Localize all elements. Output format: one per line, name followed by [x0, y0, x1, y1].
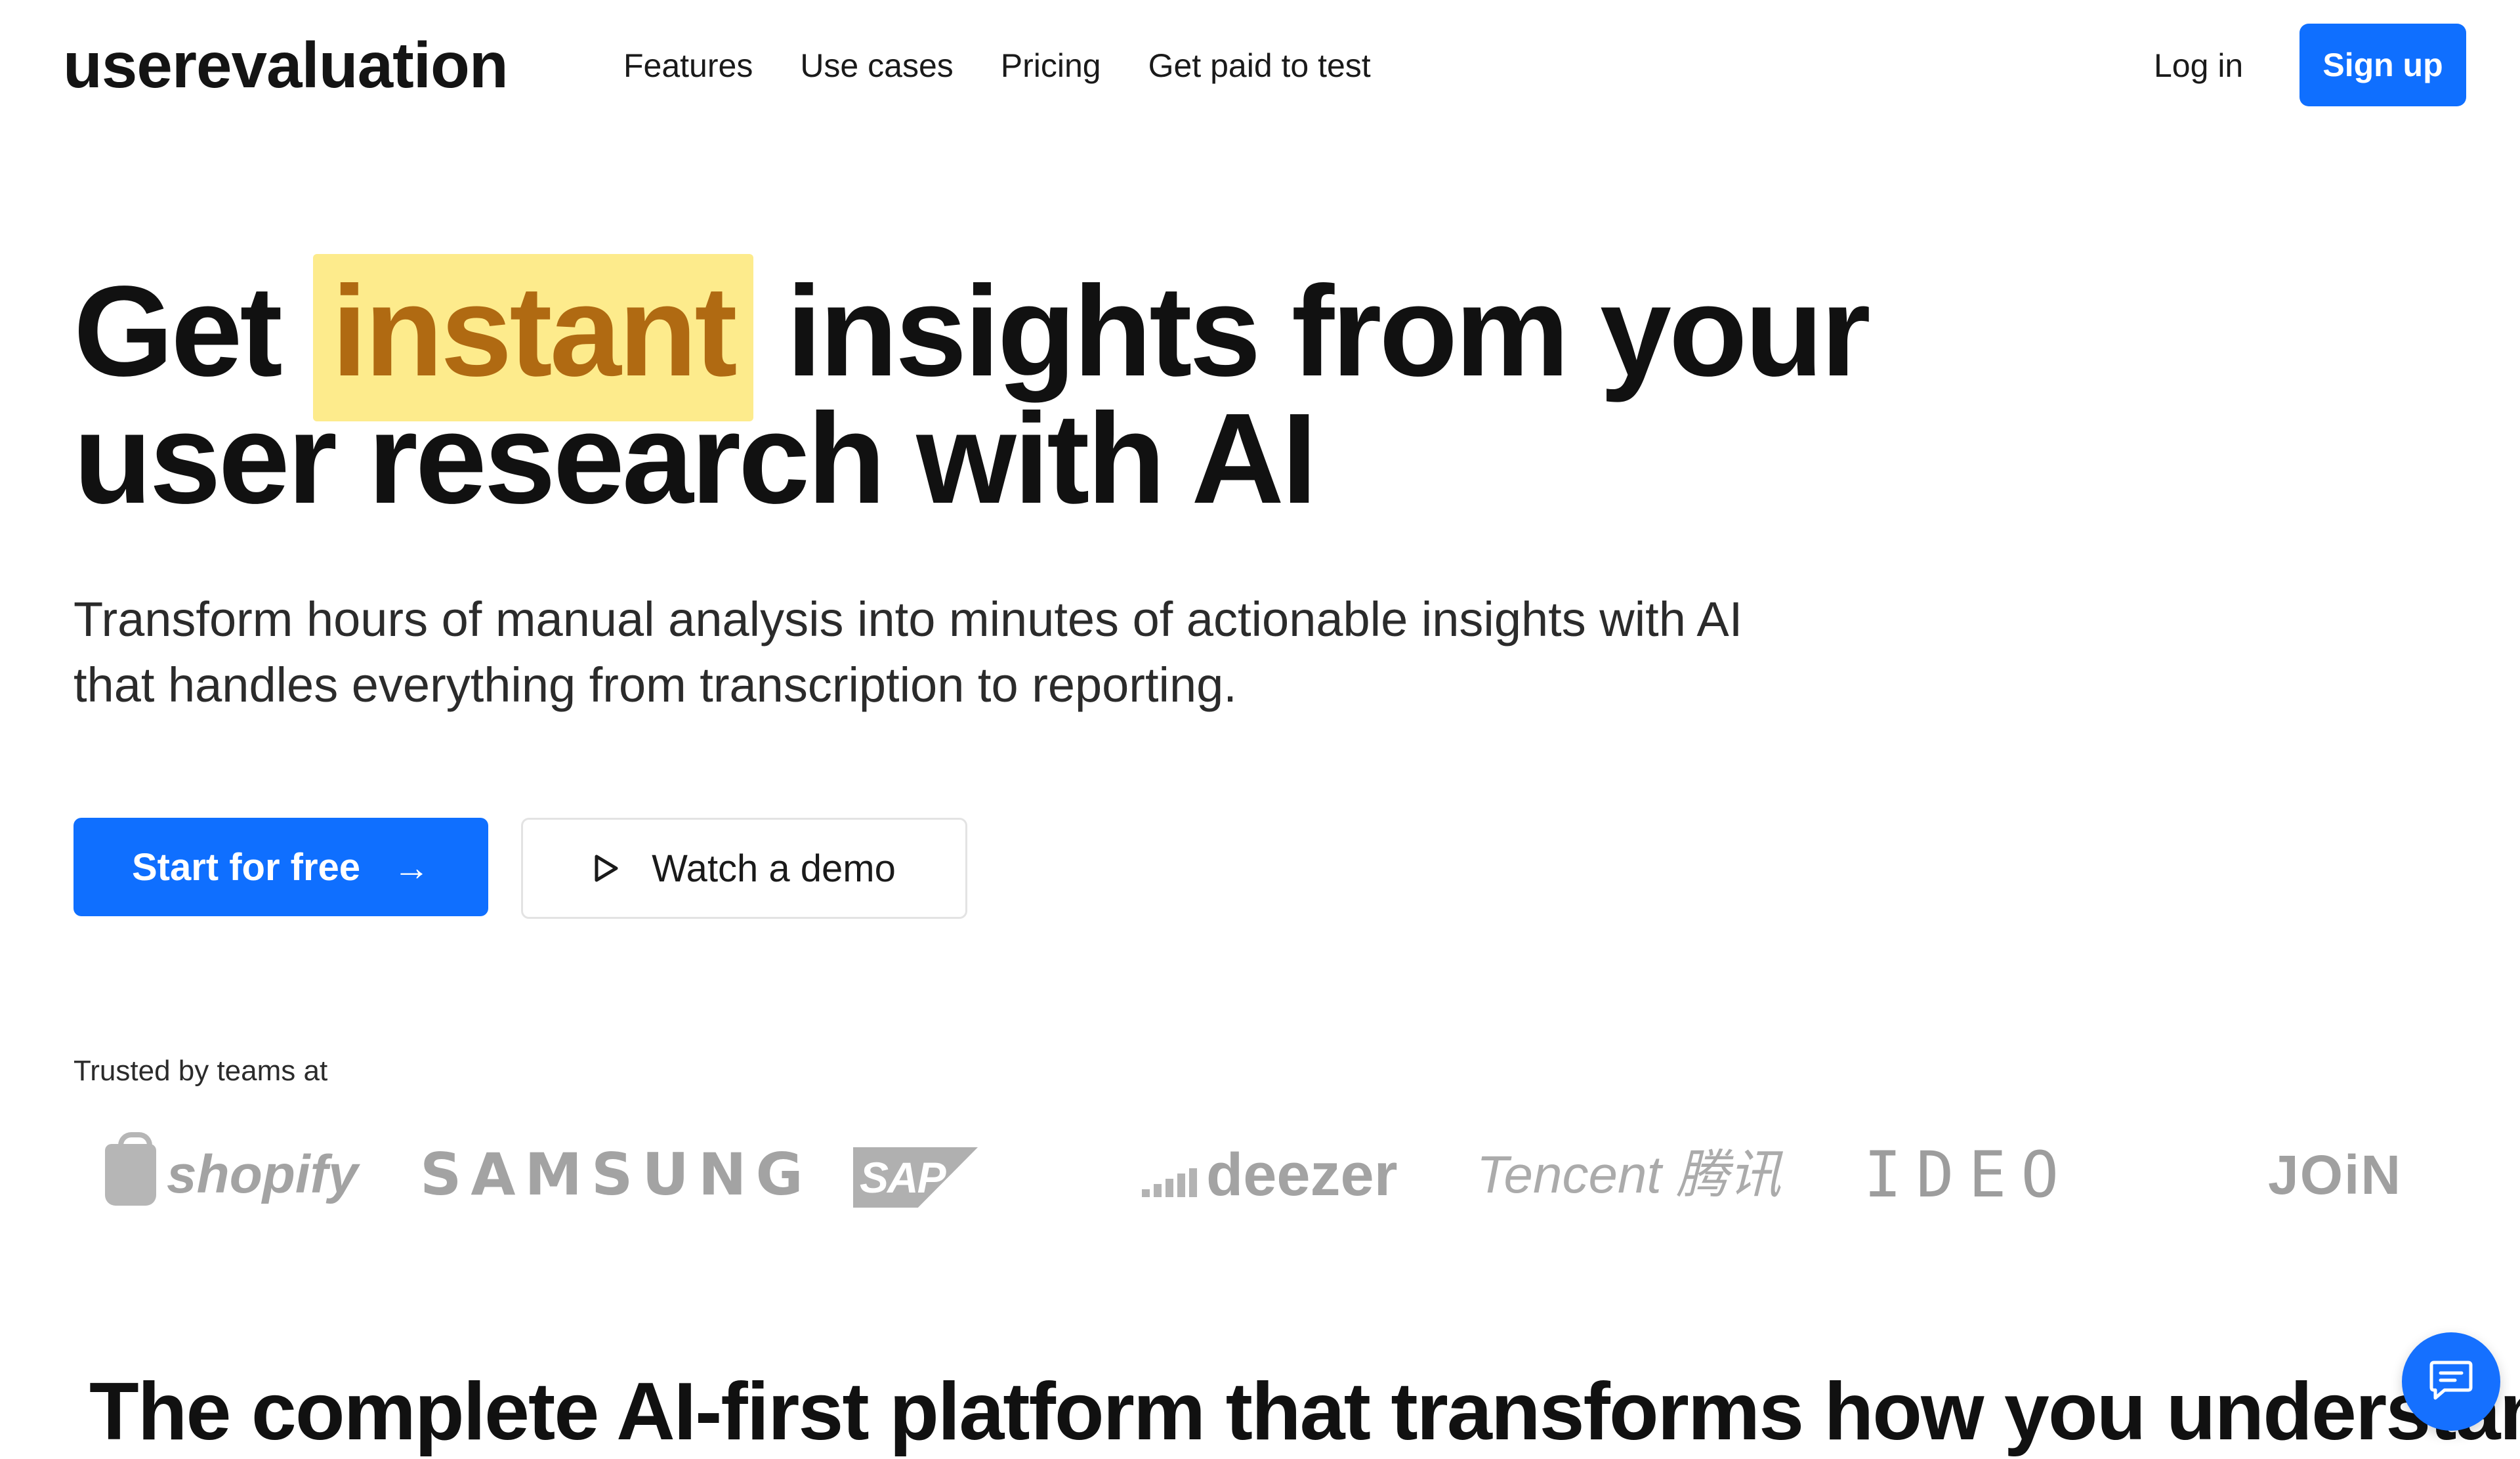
watch-demo-button[interactable]: Watch a demo — [521, 818, 967, 919]
customer-logos: shopify SAMSUNG SAP deezer Tencent 腾讯 ID… — [0, 1116, 2520, 1234]
play-icon — [593, 854, 619, 883]
deezer-equalizer-icon — [1142, 1168, 1197, 1208]
sap-logo: SAP — [853, 1147, 978, 1208]
tencent-logo: Tencent 腾讯 — [1477, 1145, 1781, 1204]
nav-pricing[interactable]: Pricing — [1001, 39, 1101, 92]
shopify-logo: shopify — [105, 1132, 358, 1208]
hero-headline: Get instant insights from your user rese… — [74, 254, 2042, 523]
join-logo: JOiN — [2268, 1144, 2403, 1206]
nav-use-cases[interactable]: Use cases — [800, 39, 953, 92]
shopify-wordmark: shopify — [167, 1145, 358, 1204]
nav-get-paid-to-test[interactable]: Get paid to test — [1148, 39, 1371, 92]
site-header: userevaluation Features Use cases Pricin… — [0, 0, 2520, 131]
page: userevaluation Features Use cases Pricin… — [0, 0, 2520, 1459]
start-for-free-button[interactable]: Start for free → — [74, 818, 488, 916]
chat-bubble-icon — [2427, 1359, 2475, 1405]
ideo-logo: IDEO — [1864, 1138, 2074, 1212]
deezer-logo: deezer — [1142, 1142, 1398, 1208]
chat-widget-button[interactable] — [2402, 1332, 2500, 1431]
start-for-free-label: Start for free — [131, 845, 361, 889]
shopify-bag-icon — [105, 1132, 156, 1206]
watch-demo-label: Watch a demo — [652, 847, 896, 890]
samsung-logo: SAMSUNG — [420, 1141, 812, 1208]
hero-subheadline: Transform hours of manual analysis into … — [74, 592, 1743, 712]
headline-part-1: Get — [74, 259, 314, 403]
brand-logo[interactable]: userevaluation — [63, 29, 509, 101]
arrow-right-icon: → — [393, 846, 430, 888]
nav-features[interactable]: Features — [623, 39, 753, 92]
signup-button[interactable]: Sign up — [2300, 24, 2466, 106]
main-nav: Features Use cases Pricing Get paid to t… — [623, 39, 1371, 92]
deezer-wordmark: deezer — [1206, 1141, 1398, 1208]
trusted-by-label: Trusted by teams at — [74, 1055, 328, 1087]
login-link[interactable]: Log in — [2154, 39, 2243, 92]
section-title: The complete AI-first platform that tran… — [89, 1366, 2520, 1457]
